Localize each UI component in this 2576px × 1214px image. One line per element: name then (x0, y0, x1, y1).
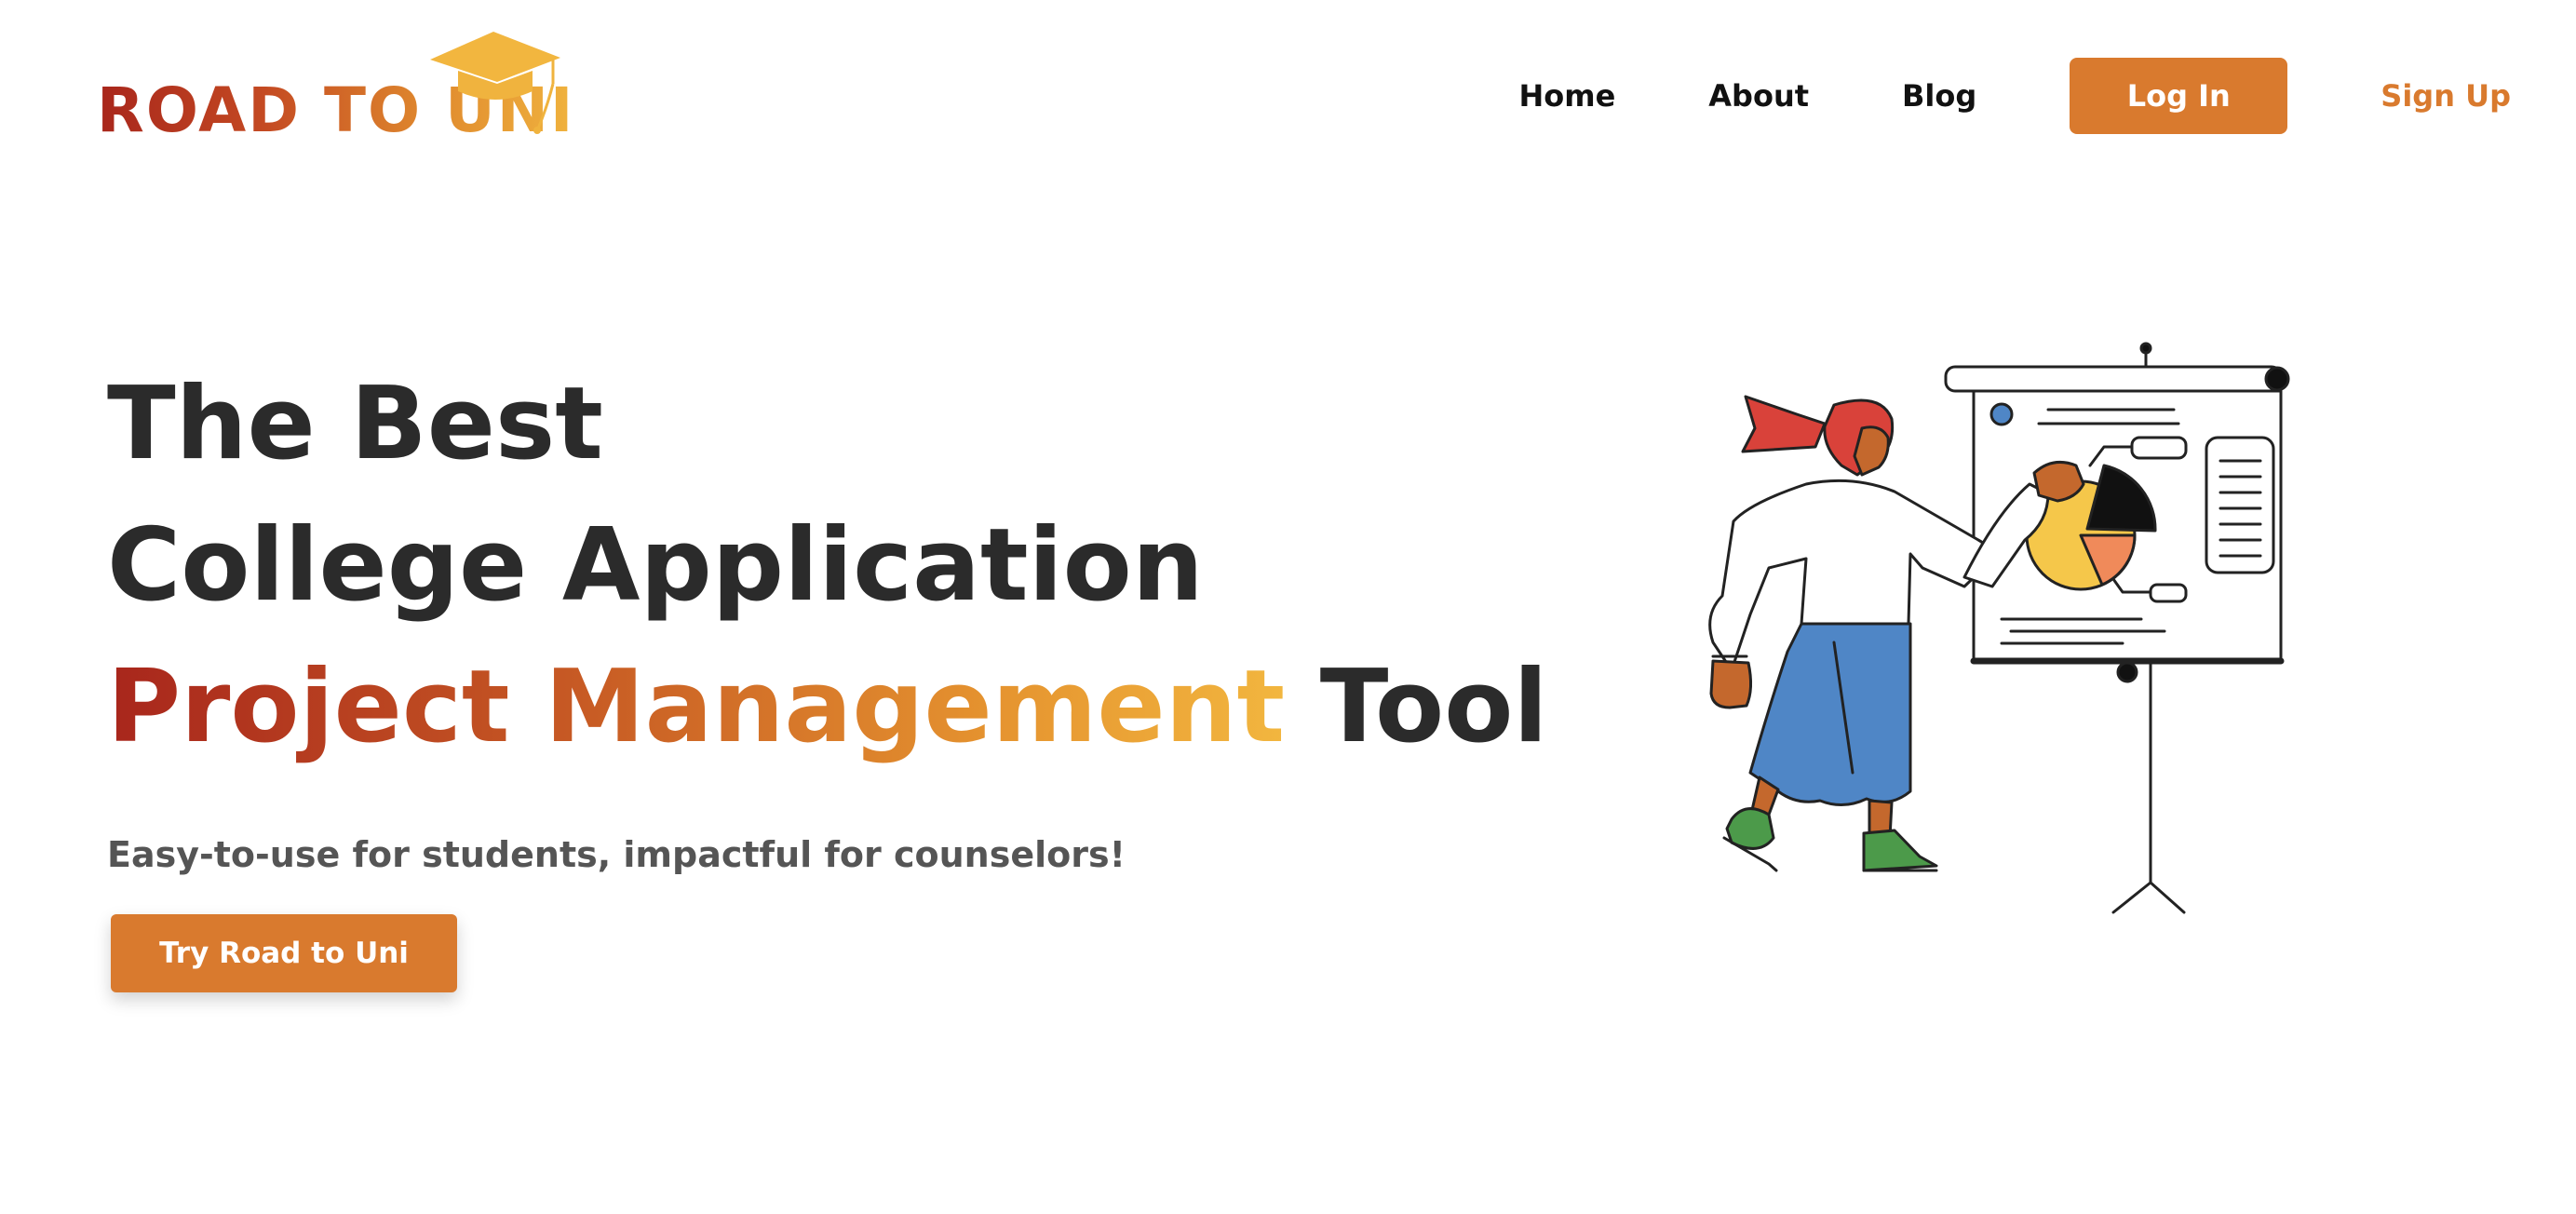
brand-logo[interactable]: ROAD TO UNI (93, 26, 577, 147)
hero-heading-line-1: The Best (107, 366, 603, 482)
presentation-illustration (1708, 342, 2290, 914)
graduation-cap-icon (430, 32, 560, 134)
hero-section: The Best College Application Project Man… (107, 354, 1547, 992)
try-road-to-uni-button[interactable]: Try Road to Uni (111, 914, 457, 992)
nav-about-link[interactable]: About (1708, 78, 1809, 114)
login-button[interactable]: Log In (2070, 58, 2288, 134)
hero-heading-highlight: Project Management (107, 649, 1286, 765)
nav-home-link[interactable]: Home (1518, 78, 1615, 114)
top-navigation: Home About Blog Log In Sign Up (1518, 58, 2511, 134)
hero-subtitle: Easy-to-use for students, impactful for … (107, 834, 1126, 875)
signup-link[interactable]: Sign Up (2380, 78, 2511, 114)
hero-heading-rest: Tool (1319, 649, 1548, 765)
nav-blog-link[interactable]: Blog (1902, 78, 1976, 114)
hero-heading-line-3: Project Management Tool (107, 637, 1547, 778)
hero-heading-line-2: College Application (107, 507, 1204, 624)
